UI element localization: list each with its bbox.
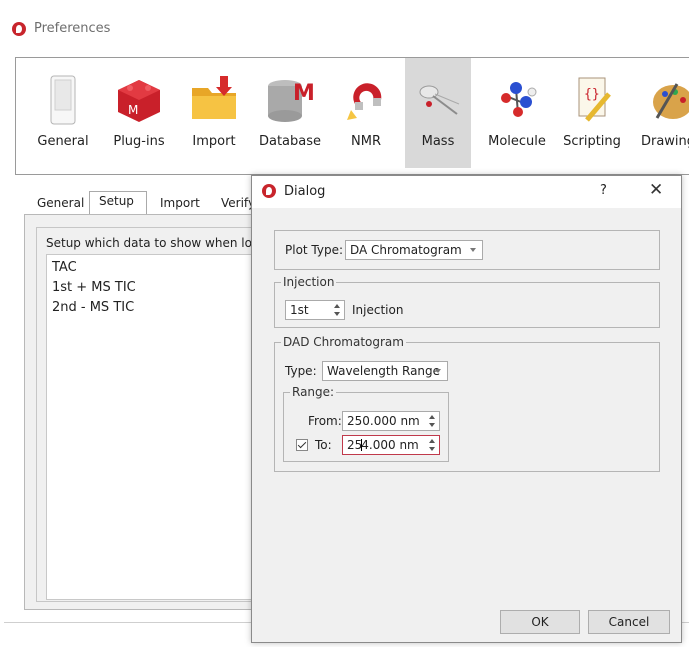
spin-up-icon[interactable]: [334, 304, 340, 308]
from-label: From:: [308, 414, 342, 428]
range-group-title: Range:: [290, 385, 337, 399]
toolbar-item-nmr[interactable]: NMR: [329, 58, 403, 168]
svg-text:{}: {}: [584, 87, 600, 102]
app-logo-icon: [12, 22, 26, 36]
toolbar-item-drawing[interactable]: Drawing: [631, 58, 689, 168]
spin-down-icon[interactable]: [429, 423, 435, 427]
cancel-button[interactable]: Cancel: [588, 610, 670, 634]
dad-chromatogram-group: DAD Chromatogram Type: Wavelength Range …: [274, 335, 660, 472]
svg-text:M: M: [293, 81, 315, 106]
toolbar-label-nmr: NMR: [351, 134, 381, 149]
scripting-icon: {}: [578, 77, 611, 122]
tab-import[interactable]: Import: [151, 194, 209, 214]
injection-value: 1st: [290, 303, 309, 317]
toolbar-label-scripting: Scripting: [563, 134, 621, 149]
plot-type-label: Plot Type:: [285, 243, 344, 257]
toolbar-label-mass: Mass: [421, 134, 455, 149]
from-spinbox[interactable]: 250.000 nm: [342, 411, 440, 431]
dad-group-title: DAD Chromatogram: [281, 335, 406, 349]
setup-data-list[interactable]: TAC 1st + MS TIC 2nd - MS TIC: [46, 254, 266, 600]
toolbar-item-plugins[interactable]: M Plug-ins: [102, 58, 176, 168]
molecule-icon: [501, 82, 537, 117]
injection-group: Injection 1st Injection: [274, 275, 660, 328]
help-button[interactable]: ?: [600, 183, 607, 198]
plot-type-select[interactable]: DA Chromatogram: [345, 240, 483, 260]
window-title: Preferences: [34, 21, 111, 36]
drawing-icon: [653, 83, 689, 119]
range-group: Range: From: 250.000 nm To: 254.000 nm: [283, 385, 449, 462]
dialog-titlebar[interactable]: Dialog ? ✕: [252, 176, 681, 208]
type-select[interactable]: Wavelength Range: [322, 361, 448, 381]
toolbar-label-molecule: Molecule: [488, 134, 546, 149]
chevron-down-icon: [470, 248, 476, 252]
toolbar-item-scripting[interactable]: {} Scripting: [555, 58, 629, 168]
spin-down-icon[interactable]: [429, 447, 435, 451]
spin-up-icon[interactable]: [429, 415, 435, 419]
close-icon[interactable]: ✕: [649, 180, 663, 200]
dialog-window: Dialog ? ✕ Plot Type: DA Chromatogram In…: [251, 175, 682, 643]
to-checkbox[interactable]: [296, 439, 308, 451]
from-value: 250.000 nm: [347, 414, 420, 428]
to-spinbox[interactable]: 254.000 nm: [342, 435, 440, 455]
toolbar-label-plugins: Plug-ins: [113, 134, 165, 149]
mass-icon: [419, 85, 460, 115]
plot-type-value: DA Chromatogram: [350, 243, 462, 257]
plugins-icon: M: [118, 80, 160, 122]
svg-text:M: M: [128, 103, 138, 117]
toolbar-item-molecule[interactable]: Molecule: [480, 58, 554, 168]
plot-type-group: Plot Type: DA Chromatogram: [274, 230, 660, 270]
toolbar-item-mass[interactable]: Mass: [405, 58, 471, 168]
chevron-down-icon: [435, 369, 441, 373]
toolbar-item-general[interactable]: General: [26, 58, 100, 168]
to-label: To:: [315, 438, 332, 452]
list-item[interactable]: 1st + MS TIC: [52, 280, 136, 295]
nmr-icon: [347, 83, 382, 120]
toolbar-item-import[interactable]: Import: [177, 58, 251, 168]
setup-caption: Setup which data to show when loadin: [46, 236, 278, 250]
dialog-logo-icon: [262, 184, 276, 198]
dialog-title: Dialog: [284, 184, 326, 199]
injection-group-title: Injection: [281, 275, 337, 289]
toolbar-label-database: Database: [258, 134, 322, 149]
toolbar-label-drawing: Drawing: [640, 134, 689, 149]
database-icon: M: [268, 80, 315, 122]
general-icon: [50, 75, 76, 125]
injection-suffix-label: Injection: [352, 303, 404, 317]
type-value: Wavelength Range: [327, 364, 441, 378]
list-item[interactable]: TAC: [52, 260, 77, 275]
type-label: Type:: [285, 364, 317, 378]
toolbar-item-database[interactable]: M Database: [253, 58, 327, 168]
toolbar-label-general: General: [37, 134, 89, 149]
to-value-after-caret: 4.000 nm: [361, 438, 419, 452]
tab-general[interactable]: General: [28, 194, 93, 214]
import-icon: [192, 76, 236, 119]
preferences-toolbar: General M Plug-ins Import M Database NMR…: [15, 57, 689, 175]
spin-up-icon[interactable]: [429, 439, 435, 443]
tab-setup[interactable]: Setup: [89, 191, 147, 215]
to-value-before-caret: 25: [347, 438, 363, 452]
injection-spinbox[interactable]: 1st: [285, 300, 345, 320]
spin-down-icon[interactable]: [334, 312, 340, 316]
list-item[interactable]: 2nd - MS TIC: [52, 300, 134, 315]
ok-button[interactable]: OK: [500, 610, 580, 634]
toolbar-label-import: Import: [192, 134, 236, 149]
